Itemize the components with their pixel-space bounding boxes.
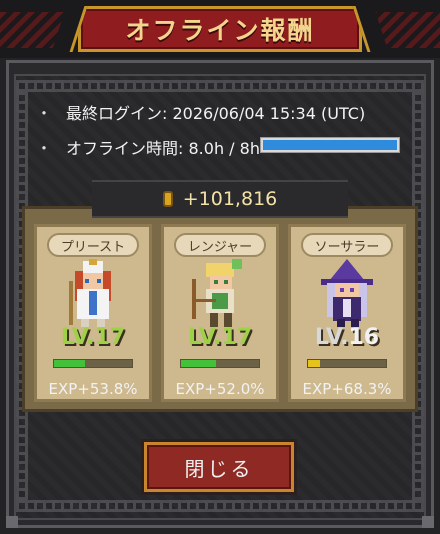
corner-ornament bbox=[422, 516, 434, 528]
ranger-sprite-icon bbox=[192, 259, 242, 327]
level-prefix: LV. bbox=[314, 325, 349, 350]
level-number: 17 bbox=[221, 325, 253, 350]
character-card-ranger: レンジャー LV.17 bbox=[161, 224, 279, 402]
exp-progress-fill bbox=[181, 360, 217, 367]
character-name: ソーサラー bbox=[301, 233, 393, 257]
character-name: レンジャー bbox=[174, 233, 266, 257]
bottom-meander-decoration bbox=[16, 500, 424, 512]
offline-reward-dialog: オフライン報酬 ・ 最終ログイン: 2026/06/04 15:34 (UTC)… bbox=[0, 0, 440, 534]
character-card-priest: プリースト LV.17 bbox=[34, 224, 152, 402]
gold-reward-box: +101,816 bbox=[92, 180, 348, 218]
offline-time-text: オフライン時間: 8.0h / 8h bbox=[66, 139, 260, 158]
close-button[interactable]: 閉じる bbox=[144, 442, 294, 492]
title-banner: オフライン報酬 bbox=[78, 6, 362, 52]
exp-progress-bar bbox=[53, 359, 133, 368]
level-number: 16 bbox=[348, 325, 380, 350]
offline-time-row: ・ オフライン時間: 8.0h / 8h bbox=[36, 135, 260, 159]
exp-progress-fill bbox=[54, 360, 86, 367]
level-number: 17 bbox=[94, 325, 126, 350]
level-prefix: LV. bbox=[60, 325, 95, 350]
exp-gain-text: EXP+53.8% bbox=[48, 380, 138, 398]
level-prefix: LV. bbox=[187, 325, 222, 350]
character-card-sorcerer: ソーサラー LV.16 bbox=[288, 224, 406, 402]
sorcerer-sprite-icon bbox=[321, 259, 373, 327]
exp-gain-text: EXP+68.3% bbox=[302, 380, 392, 398]
dialog-title: オフライン報酬 bbox=[125, 16, 315, 45]
gold-coin-icon bbox=[162, 191, 173, 207]
exp-progress-bar bbox=[180, 359, 260, 368]
character-level: LV.16 bbox=[291, 325, 403, 350]
gold-reward-amount: +101,816 bbox=[182, 188, 278, 210]
top-meander-decoration bbox=[16, 80, 424, 92]
exp-progress-fill bbox=[308, 360, 320, 367]
offline-time-progress-fill bbox=[263, 140, 397, 150]
offline-time-progress-bar bbox=[260, 137, 400, 153]
character-level: LV.17 bbox=[37, 325, 149, 350]
priest-sprite-icon bbox=[69, 259, 111, 327]
character-level: LV.17 bbox=[164, 325, 276, 350]
exp-progress-bar bbox=[307, 359, 387, 368]
bullet: ・ bbox=[36, 139, 53, 158]
bullet: ・ bbox=[36, 104, 53, 123]
title-bar: オフライン報酬 bbox=[0, 0, 440, 58]
last-login-row: ・ 最終ログイン: 2026/06/04 15:34 (UTC) bbox=[36, 100, 365, 124]
last-login-text: 最終ログイン: 2026/06/04 15:34 (UTC) bbox=[66, 104, 366, 123]
corner-ornament bbox=[6, 516, 18, 528]
character-name: プリースト bbox=[47, 233, 139, 257]
exp-gain-text: EXP+52.0% bbox=[175, 380, 265, 398]
